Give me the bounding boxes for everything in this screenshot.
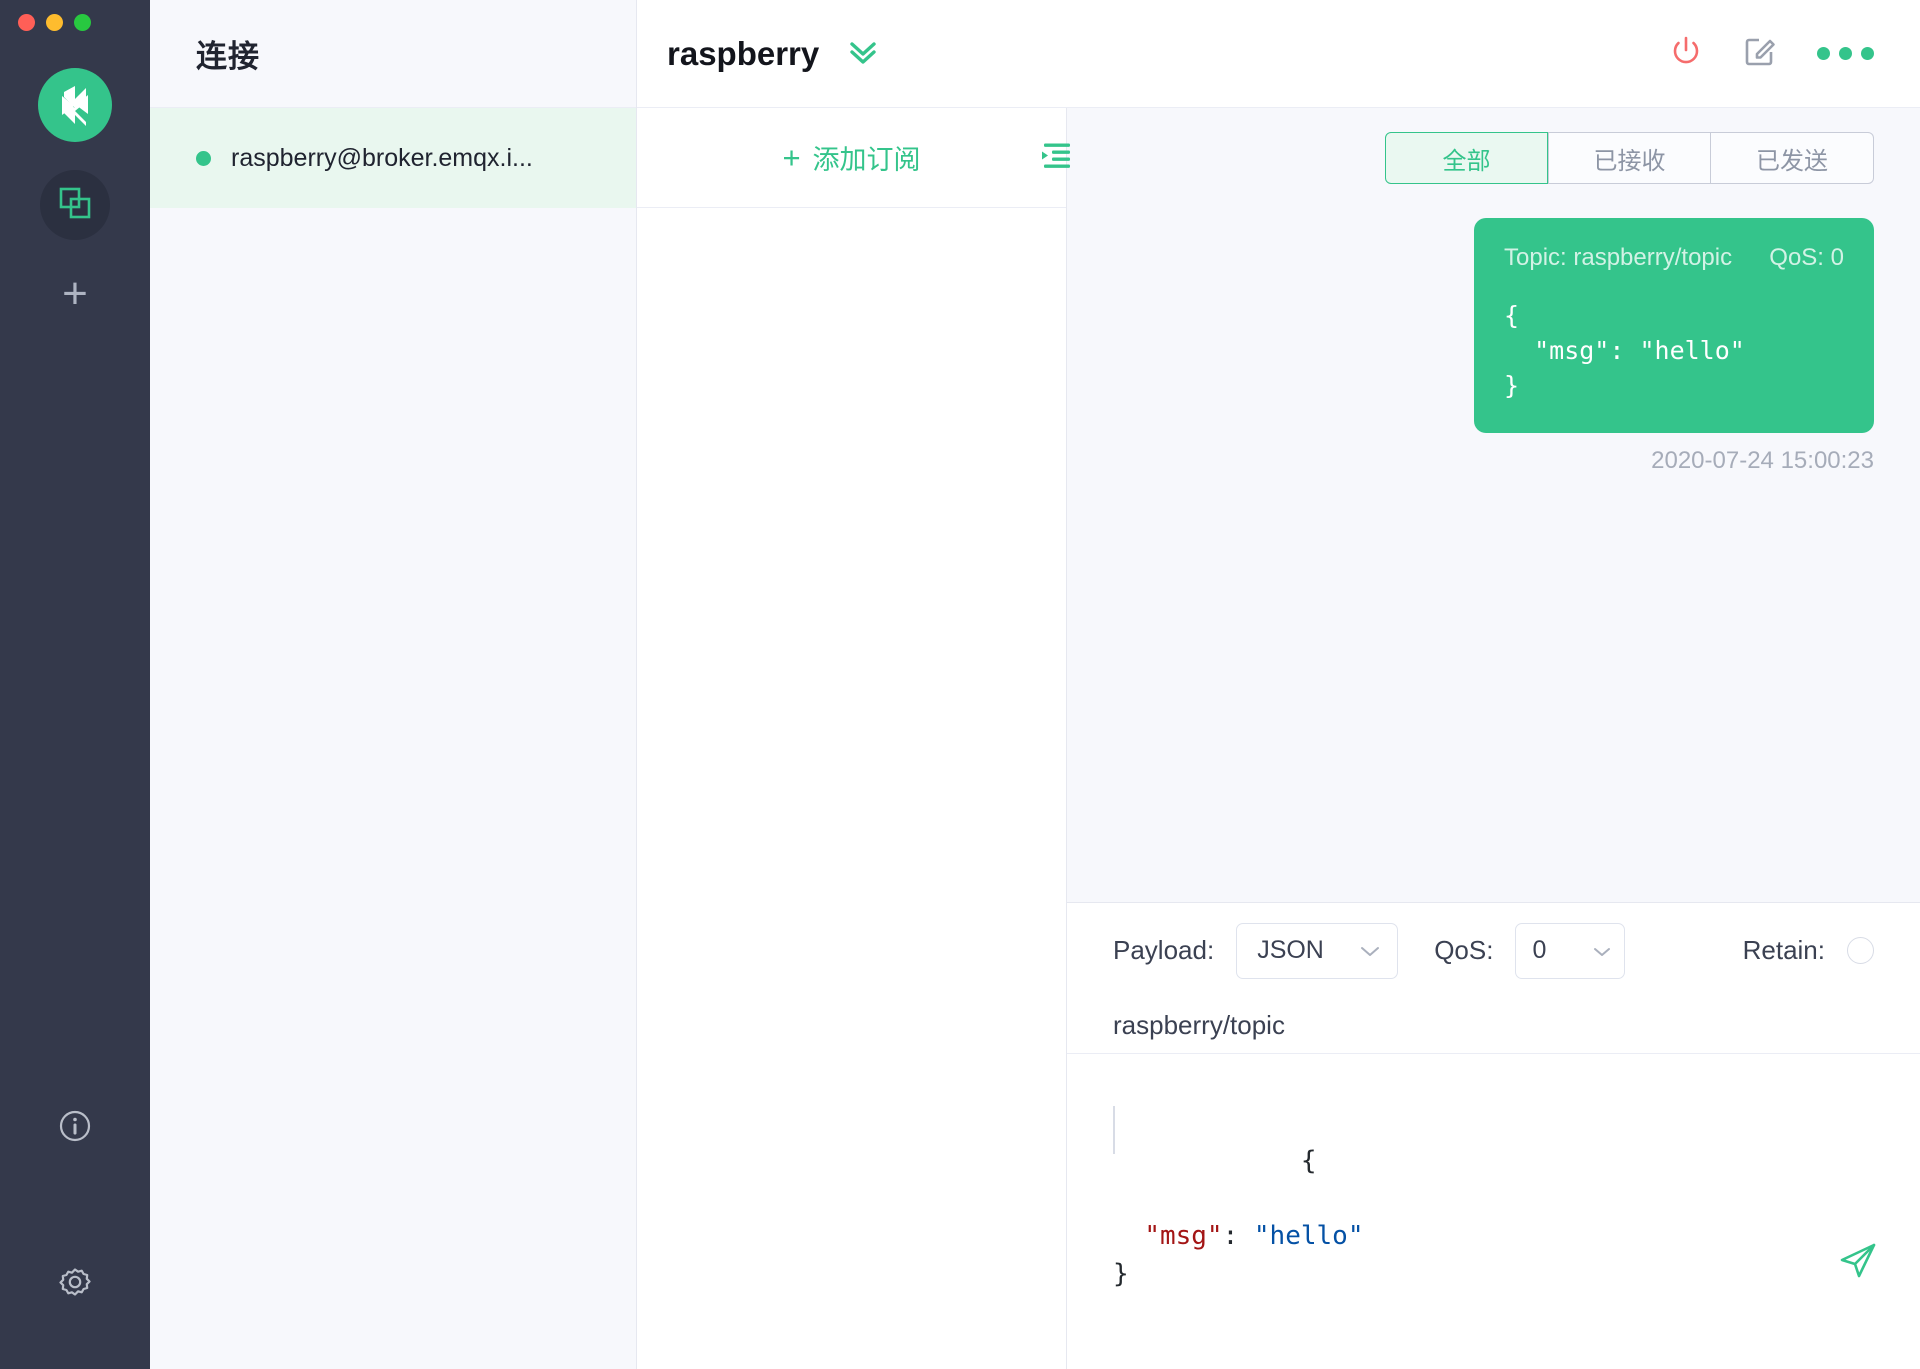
subscriptions-list[interactable]	[637, 208, 1066, 1369]
chevron-down-icon	[1359, 936, 1381, 965]
close-window-button[interactable]	[18, 14, 35, 31]
message-item: Topic: raspberry/topic QoS: 0 { "msg": "…	[1113, 218, 1874, 475]
minimize-window-button[interactable]	[46, 14, 63, 31]
add-subscription-button[interactable]: + 添加订阅	[782, 138, 920, 177]
left-icon-rail: +	[0, 0, 150, 1369]
sidebar-item-connections[interactable]	[40, 170, 110, 240]
double-chevron-down-icon	[845, 38, 881, 69]
qos-select[interactable]: 0	[1515, 923, 1625, 979]
mqttx-window: +	[0, 0, 1920, 1369]
publish-payload-editor[interactable]: { "msg": "hello" }	[1067, 1053, 1920, 1369]
messages-list[interactable]: Topic: raspberry/topic QoS: 0 { "msg": "…	[1067, 208, 1920, 902]
indent-guide	[1113, 1106, 1115, 1154]
message-timestamp: 2020-07-24 15:00:23	[1651, 447, 1874, 475]
zoom-window-button[interactable]	[74, 14, 91, 31]
payload-format-select[interactable]: JSON	[1236, 923, 1398, 979]
add-subscription-label: 添加订阅	[813, 138, 921, 177]
editor-key: "msg"	[1144, 1221, 1222, 1251]
plus-icon: +	[62, 272, 88, 316]
power-icon[interactable]	[1669, 34, 1703, 73]
connections-header: 连接	[150, 0, 636, 108]
page-title: raspberry	[667, 35, 819, 73]
connection-topbar: raspberry	[637, 0, 1920, 108]
filter-published-button[interactable]: 已发送	[1711, 132, 1874, 184]
menu-unfold-icon[interactable]	[1038, 139, 1072, 176]
more-dots-icon[interactable]	[1817, 47, 1874, 60]
filter-received-button[interactable]: 已接收	[1548, 132, 1711, 184]
publish-panel: Payload: JSON QoS: 0	[1067, 902, 1920, 1369]
connection-list-item[interactable]: raspberry@broker.emqx.i...	[150, 108, 636, 208]
connection-name: raspberry@broker.emqx.i...	[231, 144, 533, 173]
retain-checkbox[interactable]	[1847, 937, 1874, 964]
gear-icon	[56, 1265, 94, 1308]
mqttx-logo	[38, 68, 112, 142]
message-filter-segmented: 全部 已接收 已发送	[1385, 132, 1874, 184]
message-meta: Topic: raspberry/topic QoS: 0	[1504, 244, 1844, 272]
subscriptions-header: + 添加订阅	[637, 108, 1066, 208]
content-body: + 添加订阅	[637, 108, 1920, 1369]
plus-icon: +	[782, 142, 800, 173]
send-plane-icon[interactable]	[1617, 1200, 1880, 1331]
qos-value: 0	[1532, 936, 1546, 965]
expand-connection-info-button[interactable]	[845, 38, 881, 69]
payload-format-value: JSON	[1257, 936, 1324, 965]
connections-panel: 连接 raspberry@broker.emqx.i...	[150, 0, 637, 1369]
editor-line-3: }	[1113, 1259, 1129, 1289]
publish-topic-value: raspberry/topic	[1113, 1010, 1285, 1041]
chevron-down-icon	[1592, 936, 1612, 965]
payload-format-label: Payload:	[1113, 935, 1214, 966]
messages-filter-bar: 全部 已接收 已发送	[1067, 108, 1920, 208]
connections-title: 连接	[196, 31, 260, 76]
message-payload: { "msg": "hello" }	[1504, 298, 1844, 403]
overlapping-squares-icon	[58, 186, 92, 225]
publish-topic-input[interactable]: raspberry/topic	[1067, 999, 1920, 1053]
edit-square-icon[interactable]	[1743, 34, 1777, 73]
editor-value: "hello"	[1254, 1221, 1364, 1251]
connection-status-dot	[196, 151, 211, 166]
info-icon	[57, 1108, 93, 1149]
sidebar-bottom-group	[40, 1093, 110, 1369]
retain-control: Retain:	[1743, 935, 1874, 966]
subscriptions-panel: + 添加订阅	[637, 108, 1067, 1369]
publish-options: Payload: JSON QoS: 0	[1067, 903, 1920, 999]
sidebar-item-new-connection[interactable]: +	[40, 264, 110, 324]
qos-label: QoS:	[1434, 935, 1493, 966]
message-qos: QoS: 0	[1769, 244, 1844, 272]
retain-label: Retain:	[1743, 935, 1825, 966]
message-bubble[interactable]: Topic: raspberry/topic QoS: 0 { "msg": "…	[1474, 218, 1874, 433]
filter-all-button[interactable]: 全部	[1385, 132, 1548, 184]
topbar-actions	[1669, 34, 1874, 73]
window-traffic-lights	[18, 14, 91, 31]
main-area: raspberry	[637, 0, 1920, 1369]
editor-line-1: {	[1301, 1146, 1317, 1176]
sidebar-item-about[interactable]	[40, 1093, 110, 1163]
messages-panel: 全部 已接收 已发送 Topic: raspberry/topic QoS: 0…	[1067, 108, 1920, 1369]
sidebar-item-settings[interactable]	[40, 1251, 110, 1321]
editor-colon: :	[1223, 1221, 1254, 1251]
message-topic: Topic: raspberry/topic	[1504, 244, 1732, 272]
